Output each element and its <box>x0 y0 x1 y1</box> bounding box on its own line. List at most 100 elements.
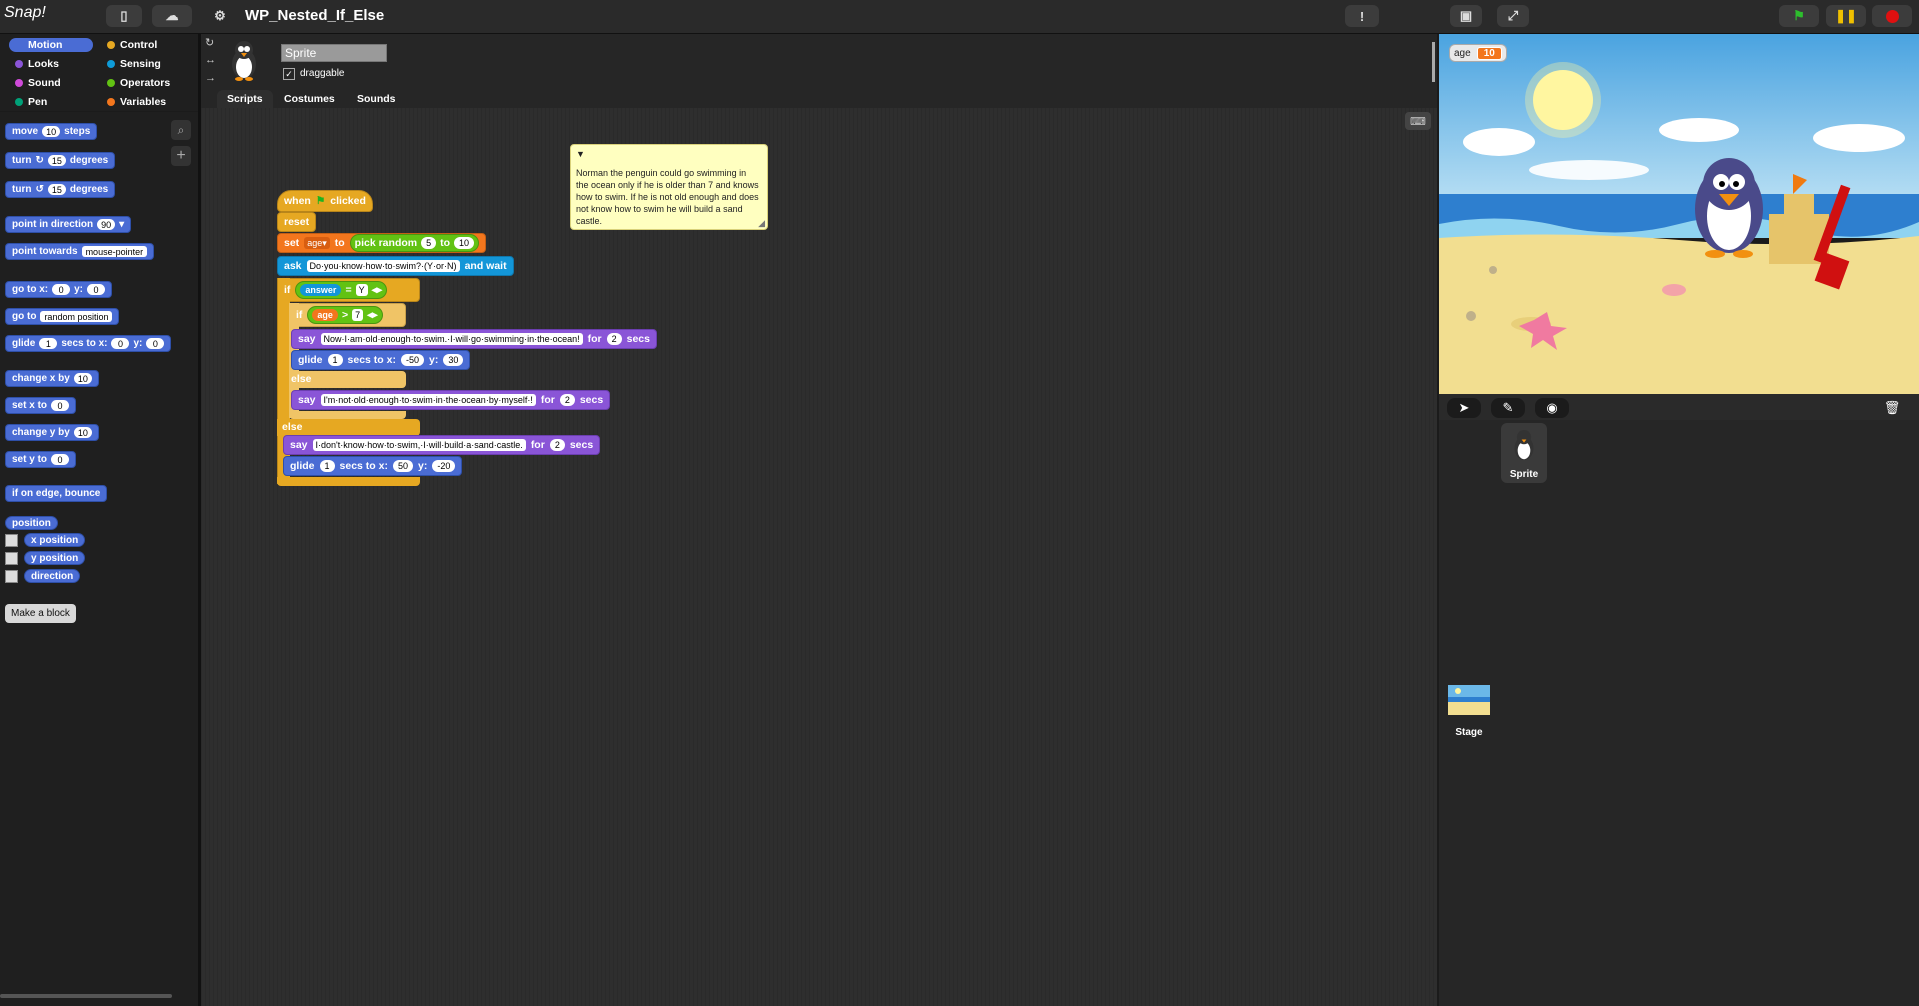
resize-handle-icon[interactable]: ◢ <box>758 217 765 229</box>
block-input[interactable]: 50 <box>392 460 413 472</box>
block-input[interactable]: 5 <box>421 237 437 249</box>
block-say-for-secs-3[interactable]: say I·don't·know·how·to·swim,·I·will·buil… <box>283 435 601 455</box>
variadic-arrows-icon[interactable]: ◂▸ <box>367 309 378 321</box>
block-turn-counterclockwise[interactable]: turn ↺ 15 degrees <box>5 181 116 198</box>
block-input[interactable]: Do·you·know·how·to·swim?·(Y·or·N) <box>306 260 460 272</box>
reporter-position[interactable]: position <box>5 516 58 530</box>
category-motion[interactable]: Motion <box>9 38 93 52</box>
file-menu-button[interactable]: ▯ <box>106 5 142 27</box>
tab-scripts[interactable]: Scripts <box>217 90 273 108</box>
block-input[interactable]: -20 <box>432 460 456 472</box>
block-point-in-direction[interactable]: point in direction 90 ▾ <box>5 216 132 233</box>
block-input[interactable]: 10 <box>454 237 475 249</box>
header-scrollbar[interactable] <box>1432 42 1435 82</box>
variable-watcher-age[interactable]: age 10 <box>1449 44 1507 62</box>
block-input[interactable]: 2 <box>606 333 622 345</box>
block-input[interactable]: I'm·not·old·enough·to·swim·in·the·ocean·… <box>320 394 536 406</box>
block-turn-clockwise[interactable]: turn ↻ 15 degrees <box>5 152 116 169</box>
block-input[interactable]: 0 <box>87 284 106 295</box>
block-input[interactable]: Y <box>355 284 368 296</box>
block-input[interactable]: 0 <box>146 338 165 349</box>
block-go-to[interactable]: go to random position <box>5 308 120 325</box>
outer-else-row[interactable]: else <box>277 419 420 436</box>
block-glide[interactable]: glide 1 secs to x: 0 y: 0 <box>5 335 172 352</box>
stop-button[interactable] <box>1872 5 1912 27</box>
add-turtle-sprite-button[interactable]: ➤ <box>1447 398 1481 418</box>
block-input[interactable]: 2 <box>559 394 575 406</box>
block-input[interactable]: Now·I·am·old·enough·to·swim.·I·will·go·s… <box>320 333 583 345</box>
pause-button[interactable]: ❚❚ <box>1826 5 1866 27</box>
x-position-checkbox[interactable] <box>5 534 18 547</box>
block-go-to-xy[interactable]: go to x: 0 y: 0 <box>5 281 113 298</box>
block-point-towards[interactable]: point towards mouse-pointer <box>5 243 155 260</box>
block-move[interactable]: move 10 steps <box>5 123 98 140</box>
stage-icon[interactable]: Stage <box>1448 685 1490 738</box>
category-sound[interactable]: Sound <box>9 76 93 90</box>
rotation-none-icon[interactable]: → <box>205 72 216 84</box>
sprite-icon-selected[interactable]: Sprite <box>1501 423 1547 483</box>
category-pen[interactable]: Pen <box>9 95 93 109</box>
settings-button[interactable]: ⚙ <box>206 5 234 27</box>
block-input[interactable]: 10 <box>73 427 92 438</box>
block-input[interactable]: 10 <box>42 126 61 137</box>
make-block-plus-button[interactable]: + <box>171 146 191 166</box>
block-input[interactable]: 1 <box>319 460 335 472</box>
comment-note[interactable]: ▼ Norman the penguin could go swimming i… <box>570 144 768 230</box>
block-input[interactable]: 1 <box>327 354 343 366</box>
rotation-leftright-icon[interactable]: ↔ <box>205 54 216 66</box>
block-glide-2[interactable]: glide 1 secs to x: 50 y: -20 <box>283 456 463 476</box>
pick-random-reporter[interactable]: pick random 5 to 10 <box>349 234 480 252</box>
green-flag-button[interactable]: ⚑ <box>1779 5 1819 27</box>
category-variables[interactable]: Variables <box>101 95 185 109</box>
draggable-checkbox[interactable]: ✓ <box>283 68 295 80</box>
rotation-all-icon[interactable]: ↻ <box>205 36 214 49</box>
inner-else-row[interactable]: else <box>289 371 406 388</box>
comment-text[interactable]: Norman the penguin could go swimming in … <box>576 168 759 226</box>
block-input[interactable]: I·don't·know·how·to·swim,·I·will·build·a… <box>312 439 526 451</box>
block-glide-1[interactable]: glide 1 secs to x: -50 y: 30 <box>291 350 471 370</box>
hat-when-flag-clicked[interactable]: when ⚑ clicked <box>277 190 373 212</box>
tab-costumes[interactable]: Costumes <box>274 90 345 108</box>
camera-sprite-button[interactable]: ◉ <box>1535 398 1569 418</box>
block-set-x[interactable]: set x to 0 <box>5 397 77 414</box>
tab-sounds[interactable]: Sounds <box>347 90 406 108</box>
answer-reporter[interactable]: answer <box>300 284 342 296</box>
block-change-y[interactable]: change y by 10 <box>5 424 99 441</box>
search-blocks-button[interactable]: ⌕ <box>171 120 191 140</box>
snap-logo[interactable]: Snap! <box>4 4 50 28</box>
variadic-arrows-icon[interactable]: ◂▸ <box>372 284 383 296</box>
make-a-block-button[interactable]: Make a block <box>5 604 76 623</box>
block-input[interactable]: 30 <box>443 354 464 366</box>
keyboard-entry-button[interactable]: ⌨ <box>1405 112 1431 130</box>
block-input[interactable]: 7 <box>352 309 364 321</box>
category-operators[interactable]: Operators <box>101 76 185 90</box>
block-input[interactable]: 15 <box>47 155 66 166</box>
fullscreen-button[interactable]: ⤢ <box>1497 5 1529 27</box>
equals-reporter[interactable]: answer = Y ◂▸ <box>295 281 388 299</box>
block-input[interactable]: 0 <box>51 454 70 465</box>
block-input[interactable]: 10 <box>73 373 92 384</box>
block-input[interactable]: 0 <box>52 284 71 295</box>
block-input[interactable]: 1 <box>39 338 58 349</box>
block-set-variable[interactable]: set age ▾ to pick random 5 to 10 <box>277 233 487 253</box>
block-set-y[interactable]: set y to 0 <box>5 451 77 468</box>
block-input[interactable]: -50 <box>400 354 424 366</box>
block-input[interactable]: 15 <box>47 184 66 195</box>
block-input[interactable]: 2 <box>549 439 565 451</box>
reporter-direction[interactable]: direction <box>24 569 81 583</box>
category-sensing[interactable]: Sensing <box>101 57 185 71</box>
block-ask-and-wait[interactable]: ask Do·you·know·how·to·swim?·(Y·or·N) and … <box>277 256 514 276</box>
stage-size-button[interactable]: ▣ <box>1450 5 1482 27</box>
block-input[interactable]: 0 <box>111 338 130 349</box>
sprite-name-field[interactable]: Sprite <box>281 44 387 62</box>
block-input[interactable]: 90 <box>97 219 116 230</box>
cloud-menu-button[interactable]: ☁ <box>152 5 192 27</box>
block-change-x[interactable]: change x by 10 <box>5 370 99 387</box>
block-dropdown[interactable]: mouse-pointer <box>81 246 148 257</box>
block-input[interactable]: 0 <box>51 400 70 411</box>
block-reset[interactable]: reset <box>277 212 317 232</box>
y-position-checkbox[interactable] <box>5 552 18 565</box>
greater-than-reporter[interactable]: age >7 ◂▸ <box>307 306 383 324</box>
palette-scrollbar[interactable] <box>0 994 172 998</box>
block-dropdown[interactable]: random position <box>40 311 113 322</box>
